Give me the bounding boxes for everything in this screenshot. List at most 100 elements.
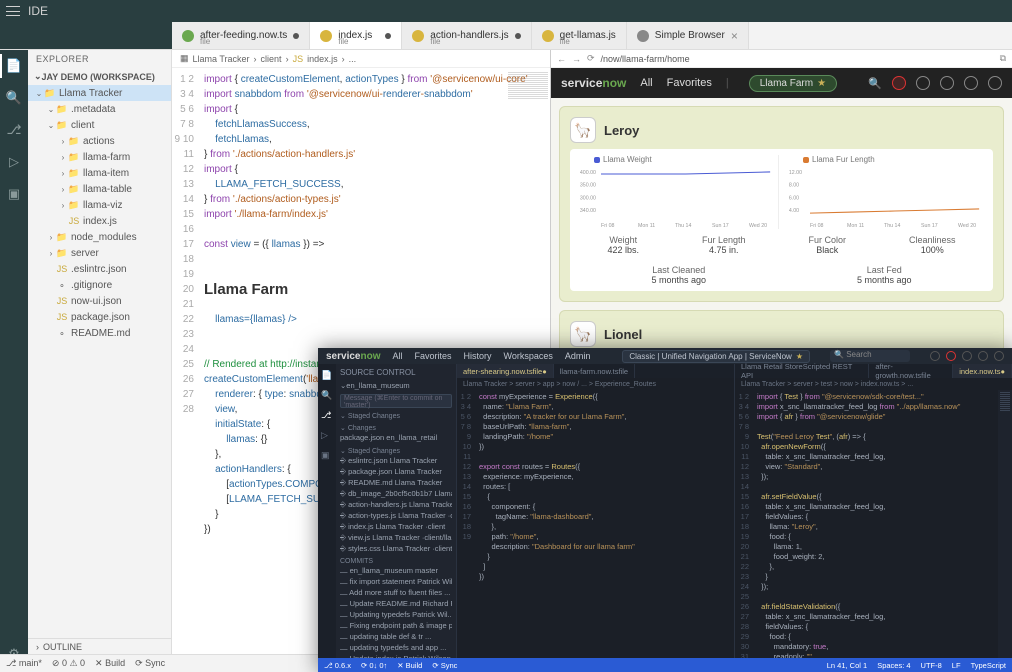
- chat-icon[interactable]: [978, 351, 988, 361]
- nav-all[interactable]: All: [640, 77, 652, 89]
- minimap[interactable]: [508, 72, 548, 122]
- open-external-icon[interactable]: ⧉: [1000, 53, 1006, 64]
- tab-after-shearing[interactable]: after-shearing.now.tsfile ●: [457, 364, 554, 378]
- outline-section[interactable]: ›OUTLINE: [28, 638, 171, 655]
- ext-icon[interactable]: ▣: [321, 450, 333, 462]
- changed-file[interactable]: ⎆ view.js Llama Tracker ·client/llama-f.…: [340, 532, 452, 543]
- code-editor-left[interactable]: 1 2 3 4 5 6 7 8 9 10 11 12 13 14 15 16 1…: [457, 390, 734, 658]
- changed-file[interactable]: ⎆ eslintrc.json Llama Tracker: [340, 455, 452, 466]
- scm-icon[interactable]: ⎇: [321, 410, 333, 422]
- changed-file[interactable]: ⎆ package.json Llama Tracker: [340, 466, 452, 477]
- staged-header-2[interactable]: ⌄ Staged Changes: [340, 447, 452, 455]
- breadcrumb[interactable]: Llama Tracker > server > test > now > in…: [735, 378, 1012, 390]
- nav-workspaces[interactable]: Workspaces: [504, 351, 553, 361]
- tab-after-feeding[interactable]: after-feeding.now.ts file: [172, 22, 310, 49]
- lang[interactable]: TypeScript: [971, 661, 1006, 670]
- sync-button[interactable]: ⟳ Sync: [135, 658, 165, 669]
- nav-favorites[interactable]: Favorites: [667, 77, 712, 89]
- search-icon[interactable]: 🔍: [321, 390, 333, 402]
- file-index.js[interactable]: JSindex.js: [28, 213, 171, 229]
- commit-item[interactable]: ⎼ fix import statement Patrick Wilson: [340, 576, 452, 587]
- debug-icon[interactable]: ▷: [4, 152, 24, 172]
- repo-name[interactable]: ⌄ en_llama_museum: [340, 380, 452, 391]
- folder-client[interactable]: ⌄📁client: [28, 117, 171, 133]
- branch[interactable]: ⎇ 0.6.x: [324, 661, 351, 670]
- notifications-icon[interactable]: [892, 76, 906, 90]
- encoding[interactable]: UTF-8: [921, 661, 942, 670]
- staged-header[interactable]: ⌄ Staged Changes: [340, 412, 452, 420]
- forward-icon[interactable]: →: [572, 54, 581, 64]
- sync-btn[interactable]: ⟳ Sync: [432, 661, 457, 670]
- folder-llama-viz[interactable]: ›📁llama-viz: [28, 197, 171, 213]
- build-btn[interactable]: ✕ Build: [397, 661, 422, 670]
- commits-header[interactable]: COMMITS: [340, 558, 452, 565]
- problems-indicator[interactable]: ⊘ 0 ⚠ 0: [52, 658, 85, 669]
- explorer-icon[interactable]: 📄: [4, 56, 24, 76]
- tab-action-handlers[interactable]: action-handlers.js file: [402, 22, 531, 49]
- commit-item[interactable]: ⎼ Add more stuff to fluent files ...: [340, 587, 452, 598]
- help-icon[interactable]: [962, 351, 972, 361]
- sync-status[interactable]: ⟳ 0↓ 0↑: [361, 661, 387, 670]
- build-button[interactable]: ✕ Build: [95, 658, 125, 669]
- commit-item[interactable]: ⎼ Updating typedefs Patrick Wil...: [340, 609, 452, 620]
- folder-llama-table[interactable]: ›📁llama-table: [28, 181, 171, 197]
- commit-message-input[interactable]: Message (⌘Enter to commit on 'master'): [340, 394, 452, 408]
- tab-after-growth[interactable]: after-growth.now.tsfile: [869, 364, 953, 378]
- cursor-pos[interactable]: Ln 41, Col 1: [827, 661, 867, 670]
- file-now-ui.json[interactable]: JSnow-ui.json: [28, 293, 171, 309]
- settings-icon[interactable]: [964, 76, 978, 90]
- nav-favorites[interactable]: Favorites: [415, 351, 452, 361]
- folder-server[interactable]: ›📁server: [28, 245, 171, 261]
- folder-Llama Tracker[interactable]: ⌄📁Llama Tracker: [28, 85, 171, 101]
- extensions-icon[interactable]: ▣: [4, 184, 24, 204]
- tab-rest-api[interactable]: Llama Retail StoreScripted REST API: [735, 364, 869, 378]
- folder-.metadata[interactable]: ⌄📁.metadata: [28, 101, 171, 117]
- folder-actions[interactable]: ›📁actions: [28, 133, 171, 149]
- close-icon[interactable]: ×: [731, 29, 738, 43]
- debug-icon[interactable]: ▷: [321, 430, 333, 442]
- tab-index-js[interactable]: index.js file: [310, 22, 402, 49]
- avatar-icon[interactable]: [988, 76, 1002, 90]
- code-editor-right[interactable]: 1 2 3 4 5 6 7 8 9 10 11 12 13 14 15 16 1…: [735, 390, 1012, 658]
- changed-file[interactable]: package.json en_llama_retail: [340, 432, 452, 443]
- url-bar[interactable]: /now/llama-farm/home: [601, 54, 994, 64]
- tab-simple-browser[interactable]: Simple Browser ×: [627, 22, 749, 49]
- nav-admin[interactable]: Admin: [565, 351, 591, 361]
- avatar-icon[interactable]: [994, 351, 1004, 361]
- branch-indicator[interactable]: ⎇ main*: [6, 658, 42, 669]
- commit-item[interactable]: ⎼ Fixing endpoint path & image path ...: [340, 620, 452, 631]
- commit-item[interactable]: ⎼ en_llama_museum master: [340, 565, 452, 576]
- tab-index-now-ts[interactable]: index.now.ts ●: [953, 364, 1012, 378]
- file-.gitignore[interactable]: ∘.gitignore: [28, 277, 171, 293]
- eol[interactable]: LF: [952, 661, 961, 670]
- folder-llama-item[interactable]: ›📁llama-item: [28, 165, 171, 181]
- file-package.json[interactable]: JSpackage.json: [28, 309, 171, 325]
- breadcrumb[interactable]: Llama Tracker > server > app > now / ...…: [457, 378, 734, 390]
- tab-llama-farm-now[interactable]: llama-farm.now.tsfile: [554, 364, 635, 378]
- menu-icon[interactable]: [6, 6, 20, 16]
- search-input[interactable]: 🔍 Search: [830, 350, 910, 362]
- notif-icon[interactable]: [930, 351, 940, 361]
- commit-item[interactable]: ⎼ updating table def & tr ...: [340, 631, 452, 642]
- folder-node_modules[interactable]: ›📁node_modules: [28, 229, 171, 245]
- search-icon[interactable]: 🔍: [868, 77, 882, 90]
- back-icon[interactable]: ←: [557, 54, 566, 64]
- commit-item[interactable]: ⎼ Update README.md Richard Ri...: [340, 598, 452, 609]
- changed-file[interactable]: ⎆ action-handlers.js Llama Tracker ·cl..…: [340, 499, 452, 510]
- file-README.md[interactable]: ∘README.md: [28, 325, 171, 341]
- minimap[interactable]: [998, 390, 1012, 658]
- help-icon[interactable]: [916, 76, 930, 90]
- changed-file[interactable]: ⎆ styles.css Llama Tracker ·client/llam.…: [340, 543, 452, 554]
- file-.eslintrc.json[interactable]: JS.eslintrc.json: [28, 261, 171, 277]
- nav-history[interactable]: History: [464, 351, 492, 361]
- changed-file[interactable]: ⎆ index.js Llama Tracker ·client: [340, 521, 452, 532]
- commit-item[interactable]: ⎼ updating typedefs and app ...: [340, 642, 452, 653]
- app-switcher-pill[interactable]: Classic | Unified Navigation App | Servi…: [622, 350, 810, 363]
- reload-icon[interactable]: ⟳: [587, 53, 595, 64]
- chat-icon[interactable]: [940, 76, 954, 90]
- workspace-name[interactable]: ⌄JAY DEMO (WORKSPACE): [28, 68, 171, 85]
- nav-all[interactable]: All: [392, 351, 402, 361]
- search-icon[interactable]: 🔍: [4, 88, 24, 108]
- changes-header[interactable]: ⌄ Changes: [340, 424, 452, 432]
- changed-file[interactable]: ⎆ README.md Llama Tracker: [340, 477, 452, 488]
